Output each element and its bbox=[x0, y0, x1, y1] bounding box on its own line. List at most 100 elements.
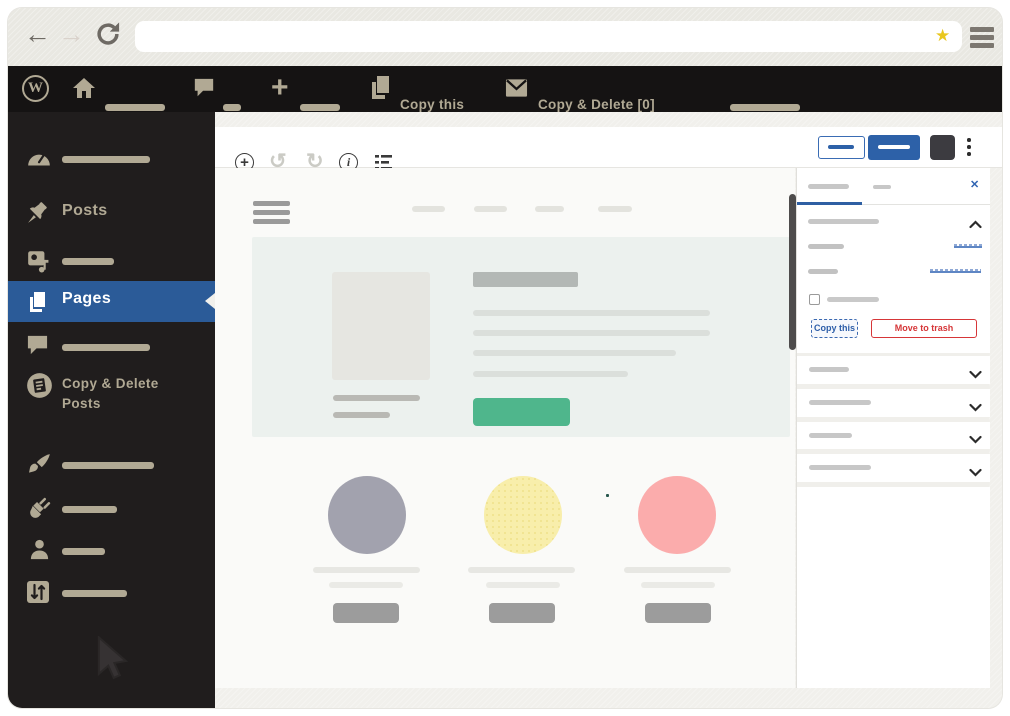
address-input[interactable] bbox=[145, 24, 925, 48]
sidebar-item-settings[interactable] bbox=[8, 580, 215, 608]
field-label-placeholder bbox=[808, 269, 838, 274]
sidebar-item-appearance[interactable] bbox=[8, 452, 215, 480]
editor-area: + ↻ ↻ i ✕ Copy this Move to trash bbox=[215, 112, 1002, 708]
checkbox[interactable] bbox=[809, 294, 820, 305]
accordion-row[interactable] bbox=[797, 389, 990, 417]
plus-icon[interactable]: + bbox=[271, 71, 289, 105]
caption-placeholder bbox=[333, 412, 390, 418]
site-name-placeholder[interactable] bbox=[105, 104, 165, 111]
chevron-down-icon bbox=[969, 366, 982, 379]
field-value-link[interactable] bbox=[930, 269, 981, 273]
kebab-menu-icon bbox=[967, 138, 971, 142]
refresh-button[interactable] bbox=[94, 19, 122, 54]
bookmark-star-icon[interactable]: ★ bbox=[935, 25, 950, 47]
active-item-arrow bbox=[205, 293, 215, 309]
field-label-placeholder bbox=[808, 244, 844, 249]
wordpress-logo-icon[interactable]: W bbox=[22, 75, 49, 102]
options-menu-button[interactable] bbox=[967, 138, 971, 159]
editor-toolbar: + ↻ ↻ i bbox=[215, 127, 1002, 173]
copy-delete-doc-icon bbox=[26, 372, 52, 398]
copy-pages-icon[interactable] bbox=[368, 75, 392, 106]
dashboard-gauge-icon bbox=[26, 146, 52, 172]
close-icon[interactable]: ✕ bbox=[970, 178, 979, 191]
caption-placeholder bbox=[333, 395, 420, 401]
back-button[interactable]: ← bbox=[24, 21, 51, 48]
panel-empty-area bbox=[797, 487, 990, 688]
text-line-placeholder bbox=[486, 582, 560, 588]
browser-menu-button[interactable] bbox=[970, 27, 994, 51]
sidebar-copy-delete-posts-label: Copy & Delete Posts bbox=[62, 376, 159, 411]
menu-label-placeholder bbox=[62, 506, 117, 513]
tab-document[interactable] bbox=[808, 184, 849, 189]
media-icon bbox=[26, 248, 52, 274]
field-value-link[interactable] bbox=[954, 244, 982, 248]
accordion-row[interactable] bbox=[797, 356, 990, 384]
accordion-label-placeholder bbox=[809, 465, 871, 470]
chevron-down-icon bbox=[969, 399, 982, 412]
sidebar-item-dashboard[interactable] bbox=[8, 146, 215, 174]
tiny-dot bbox=[606, 494, 609, 497]
save-draft-button[interactable] bbox=[818, 136, 865, 159]
text-line-placeholder bbox=[624, 567, 731, 573]
accordion-row[interactable] bbox=[797, 422, 990, 449]
hero-block bbox=[252, 237, 790, 437]
forward-button[interactable]: → bbox=[58, 21, 85, 48]
menu-label-placeholder bbox=[62, 344, 150, 351]
accordion-label-placeholder bbox=[809, 400, 871, 405]
chevron-up-icon[interactable] bbox=[969, 216, 982, 229]
panel-copy-this-button[interactable]: Copy this bbox=[811, 319, 858, 338]
admin-bar-copy-delete[interactable]: Copy & Delete [0] bbox=[538, 97, 655, 112]
avatar-circle-yellow bbox=[484, 476, 562, 554]
text-line-placeholder bbox=[473, 310, 710, 316]
home-icon[interactable] bbox=[72, 76, 96, 105]
admin-bar-copy-this[interactable]: Copy this bbox=[400, 97, 464, 112]
comment-bubble-icon[interactable] bbox=[193, 77, 215, 104]
hero-cta-button[interactable] bbox=[473, 398, 570, 426]
chevron-down-icon bbox=[969, 464, 982, 477]
sidebar-item-posts[interactable]: Posts bbox=[8, 200, 215, 228]
sidebar-item-copy-delete-posts[interactable]: Copy & Delete Posts bbox=[8, 372, 215, 424]
address-bar[interactable]: ★ bbox=[135, 21, 962, 52]
card-button[interactable] bbox=[645, 603, 711, 623]
text-line-placeholder bbox=[641, 582, 715, 588]
settings-panel: ✕ Copy this Move to trash bbox=[796, 168, 990, 688]
text-line-placeholder bbox=[329, 582, 403, 588]
mouse-cursor bbox=[93, 635, 129, 687]
move-to-trash-button[interactable]: Move to trash bbox=[871, 319, 977, 338]
wp-admin-bar: W + Copy this Copy & Delete [0] bbox=[8, 66, 1002, 112]
nav-link-placeholder bbox=[412, 206, 445, 212]
sidebar-item-comments[interactable] bbox=[8, 334, 215, 362]
pushpin-icon bbox=[26, 200, 52, 226]
comments-count-placeholder[interactable] bbox=[223, 104, 241, 111]
sidebar-item-users[interactable] bbox=[8, 538, 215, 566]
menu-label-placeholder bbox=[62, 258, 114, 265]
sidebar-item-media[interactable] bbox=[8, 248, 215, 276]
nav-link-placeholder bbox=[474, 206, 507, 212]
users-icon bbox=[28, 538, 54, 564]
heading-placeholder bbox=[473, 272, 578, 287]
sidebar-posts-label: Posts bbox=[62, 202, 108, 219]
plugin-icon bbox=[26, 496, 52, 522]
settings-sliders-icon bbox=[26, 580, 52, 606]
page-canvas bbox=[215, 168, 795, 688]
card-button[interactable] bbox=[333, 603, 399, 623]
sidebar-item-plugins[interactable] bbox=[8, 496, 215, 524]
sidebar-pages-label: Pages bbox=[62, 290, 112, 307]
browser-window: ← → ★ W + Copy this Copy & Delete [0] Po… bbox=[8, 8, 1002, 708]
avatar-circle-purple bbox=[328, 476, 406, 554]
envelope-icon[interactable] bbox=[505, 78, 528, 103]
admin-bar-placeholder bbox=[730, 104, 800, 111]
checkbox-label-placeholder bbox=[827, 297, 879, 302]
accordion-row[interactable] bbox=[797, 454, 990, 482]
tab-block[interactable] bbox=[873, 185, 891, 189]
settings-toggle-button[interactable] bbox=[930, 135, 955, 160]
screenshot-stage: ← → ★ W + Copy this Copy & Delete [0] Po… bbox=[0, 0, 1010, 716]
card-button[interactable] bbox=[489, 603, 555, 623]
menu-label-placeholder bbox=[62, 462, 154, 469]
panel-scrollbar[interactable] bbox=[789, 194, 796, 350]
publish-button[interactable] bbox=[868, 135, 920, 160]
appearance-brush-icon bbox=[26, 452, 52, 478]
new-item-placeholder[interactable] bbox=[300, 104, 340, 111]
page-menu-icon bbox=[253, 201, 290, 228]
sidebar-item-pages[interactable]: Pages bbox=[8, 281, 215, 322]
